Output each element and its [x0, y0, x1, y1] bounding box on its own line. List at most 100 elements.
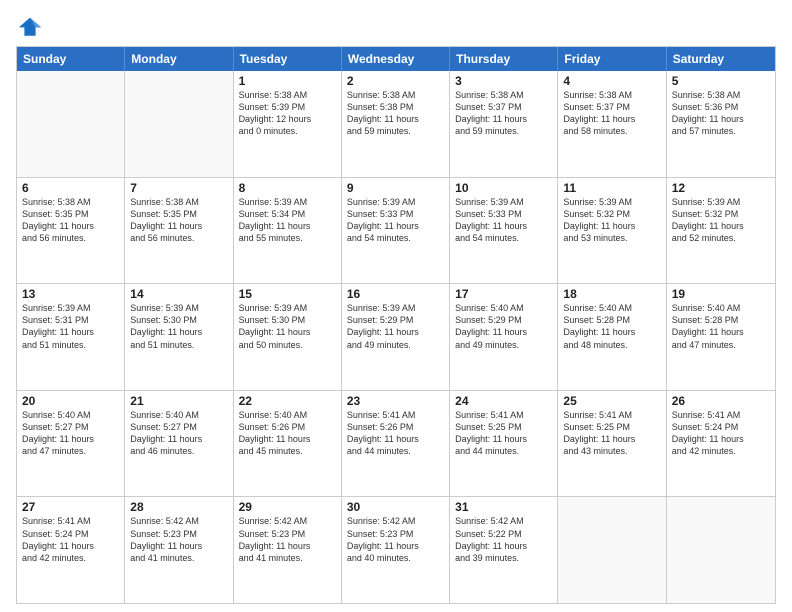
day-number: 4: [563, 74, 660, 88]
day-cell-3: 3Sunrise: 5:38 AMSunset: 5:37 PMDaylight…: [450, 71, 558, 177]
cell-line: and 52 minutes.: [672, 232, 770, 244]
cell-line: Daylight: 11 hours: [130, 540, 227, 552]
day-number: 17: [455, 287, 552, 301]
cell-line: and 54 minutes.: [455, 232, 552, 244]
cell-line: and 49 minutes.: [455, 339, 552, 351]
cell-line: Daylight: 11 hours: [239, 433, 336, 445]
day-number: 31: [455, 500, 552, 514]
cell-line: and 48 minutes.: [563, 339, 660, 351]
cell-line: Sunrise: 5:40 AM: [672, 302, 770, 314]
header: [16, 12, 776, 40]
day-cell-4: 4Sunrise: 5:38 AMSunset: 5:37 PMDaylight…: [558, 71, 666, 177]
cell-line: and 45 minutes.: [239, 445, 336, 457]
day-cell-19: 19Sunrise: 5:40 AMSunset: 5:28 PMDayligh…: [667, 284, 775, 390]
day-number: 8: [239, 181, 336, 195]
day-cell-18: 18Sunrise: 5:40 AMSunset: 5:28 PMDayligh…: [558, 284, 666, 390]
calendar-row-5: 27Sunrise: 5:41 AMSunset: 5:24 PMDayligh…: [17, 496, 775, 603]
cell-line: Sunrise: 5:39 AM: [239, 196, 336, 208]
cell-line: Daylight: 11 hours: [130, 433, 227, 445]
cell-line: and 42 minutes.: [22, 552, 119, 564]
cell-line: Daylight: 11 hours: [563, 433, 660, 445]
cell-line: Sunset: 5:26 PM: [239, 421, 336, 433]
day-cell-23: 23Sunrise: 5:41 AMSunset: 5:26 PMDayligh…: [342, 391, 450, 497]
cell-line: Sunset: 5:27 PM: [130, 421, 227, 433]
day-header-wednesday: Wednesday: [342, 47, 450, 71]
day-header-monday: Monday: [125, 47, 233, 71]
day-number: 18: [563, 287, 660, 301]
day-cell-2: 2Sunrise: 5:38 AMSunset: 5:38 PMDaylight…: [342, 71, 450, 177]
cell-line: Sunrise: 5:38 AM: [130, 196, 227, 208]
day-cell-22: 22Sunrise: 5:40 AMSunset: 5:26 PMDayligh…: [234, 391, 342, 497]
cell-line: and 43 minutes.: [563, 445, 660, 457]
day-cell-30: 30Sunrise: 5:42 AMSunset: 5:23 PMDayligh…: [342, 497, 450, 603]
cell-line: Sunrise: 5:38 AM: [239, 89, 336, 101]
cell-line: Sunset: 5:28 PM: [672, 314, 770, 326]
day-cell-7: 7Sunrise: 5:38 AMSunset: 5:35 PMDaylight…: [125, 178, 233, 284]
day-number: 6: [22, 181, 119, 195]
day-cell-6: 6Sunrise: 5:38 AMSunset: 5:35 PMDaylight…: [17, 178, 125, 284]
day-cell-16: 16Sunrise: 5:39 AMSunset: 5:29 PMDayligh…: [342, 284, 450, 390]
day-cell-25: 25Sunrise: 5:41 AMSunset: 5:25 PMDayligh…: [558, 391, 666, 497]
cell-line: Daylight: 11 hours: [455, 326, 552, 338]
day-cell-29: 29Sunrise: 5:42 AMSunset: 5:23 PMDayligh…: [234, 497, 342, 603]
cell-line: and 40 minutes.: [347, 552, 444, 564]
cell-line: Daylight: 11 hours: [130, 326, 227, 338]
cell-line: Sunset: 5:32 PM: [672, 208, 770, 220]
calendar-header: SundayMondayTuesdayWednesdayThursdayFrid…: [17, 47, 775, 71]
calendar-row-1: 1Sunrise: 5:38 AMSunset: 5:39 PMDaylight…: [17, 71, 775, 177]
cell-line: Sunrise: 5:42 AM: [455, 515, 552, 527]
day-number: 12: [672, 181, 770, 195]
day-cell-27: 27Sunrise: 5:41 AMSunset: 5:24 PMDayligh…: [17, 497, 125, 603]
cell-line: and 47 minutes.: [672, 339, 770, 351]
cell-line: Daylight: 11 hours: [22, 433, 119, 445]
day-number: 2: [347, 74, 444, 88]
day-number: 13: [22, 287, 119, 301]
cell-line: Daylight: 11 hours: [22, 540, 119, 552]
cell-line: Sunset: 5:37 PM: [563, 101, 660, 113]
day-number: 16: [347, 287, 444, 301]
cell-line: Sunrise: 5:39 AM: [672, 196, 770, 208]
day-number: 3: [455, 74, 552, 88]
cell-line: Sunset: 5:35 PM: [22, 208, 119, 220]
day-cell-14: 14Sunrise: 5:39 AMSunset: 5:30 PMDayligh…: [125, 284, 233, 390]
cell-line: Daylight: 11 hours: [239, 540, 336, 552]
cell-line: Daylight: 11 hours: [347, 433, 444, 445]
day-cell-28: 28Sunrise: 5:42 AMSunset: 5:23 PMDayligh…: [125, 497, 233, 603]
day-number: 30: [347, 500, 444, 514]
cell-line: Sunrise: 5:39 AM: [239, 302, 336, 314]
empty-cell: [667, 497, 775, 603]
cell-line: and 47 minutes.: [22, 445, 119, 457]
calendar: SundayMondayTuesdayWednesdayThursdayFrid…: [16, 46, 776, 604]
cell-line: and 44 minutes.: [455, 445, 552, 457]
cell-line: Sunrise: 5:42 AM: [239, 515, 336, 527]
day-header-tuesday: Tuesday: [234, 47, 342, 71]
cell-line: and 55 minutes.: [239, 232, 336, 244]
cell-line: and 59 minutes.: [347, 125, 444, 137]
day-number: 23: [347, 394, 444, 408]
cell-line: and 42 minutes.: [672, 445, 770, 457]
day-header-friday: Friday: [558, 47, 666, 71]
cell-line: Sunrise: 5:38 AM: [563, 89, 660, 101]
cell-line: and 39 minutes.: [455, 552, 552, 564]
day-cell-1: 1Sunrise: 5:38 AMSunset: 5:39 PMDaylight…: [234, 71, 342, 177]
day-number: 29: [239, 500, 336, 514]
cell-line: Sunset: 5:30 PM: [130, 314, 227, 326]
cell-line: Daylight: 11 hours: [347, 540, 444, 552]
cell-line: Daylight: 11 hours: [455, 220, 552, 232]
cell-line: Daylight: 11 hours: [347, 326, 444, 338]
cell-line: and 41 minutes.: [239, 552, 336, 564]
cell-line: Daylight: 11 hours: [672, 220, 770, 232]
cell-line: Daylight: 11 hours: [22, 220, 119, 232]
cell-line: Sunrise: 5:40 AM: [455, 302, 552, 314]
cell-line: and 51 minutes.: [22, 339, 119, 351]
cell-line: Sunset: 5:36 PM: [672, 101, 770, 113]
cell-line: Daylight: 11 hours: [563, 220, 660, 232]
day-cell-31: 31Sunrise: 5:42 AMSunset: 5:22 PMDayligh…: [450, 497, 558, 603]
cell-line: Sunset: 5:37 PM: [455, 101, 552, 113]
day-number: 10: [455, 181, 552, 195]
cell-line: Sunrise: 5:39 AM: [347, 196, 444, 208]
cell-line: Sunset: 5:34 PM: [239, 208, 336, 220]
cell-line: Sunrise: 5:38 AM: [672, 89, 770, 101]
cell-line: Daylight: 11 hours: [563, 113, 660, 125]
day-cell-15: 15Sunrise: 5:39 AMSunset: 5:30 PMDayligh…: [234, 284, 342, 390]
